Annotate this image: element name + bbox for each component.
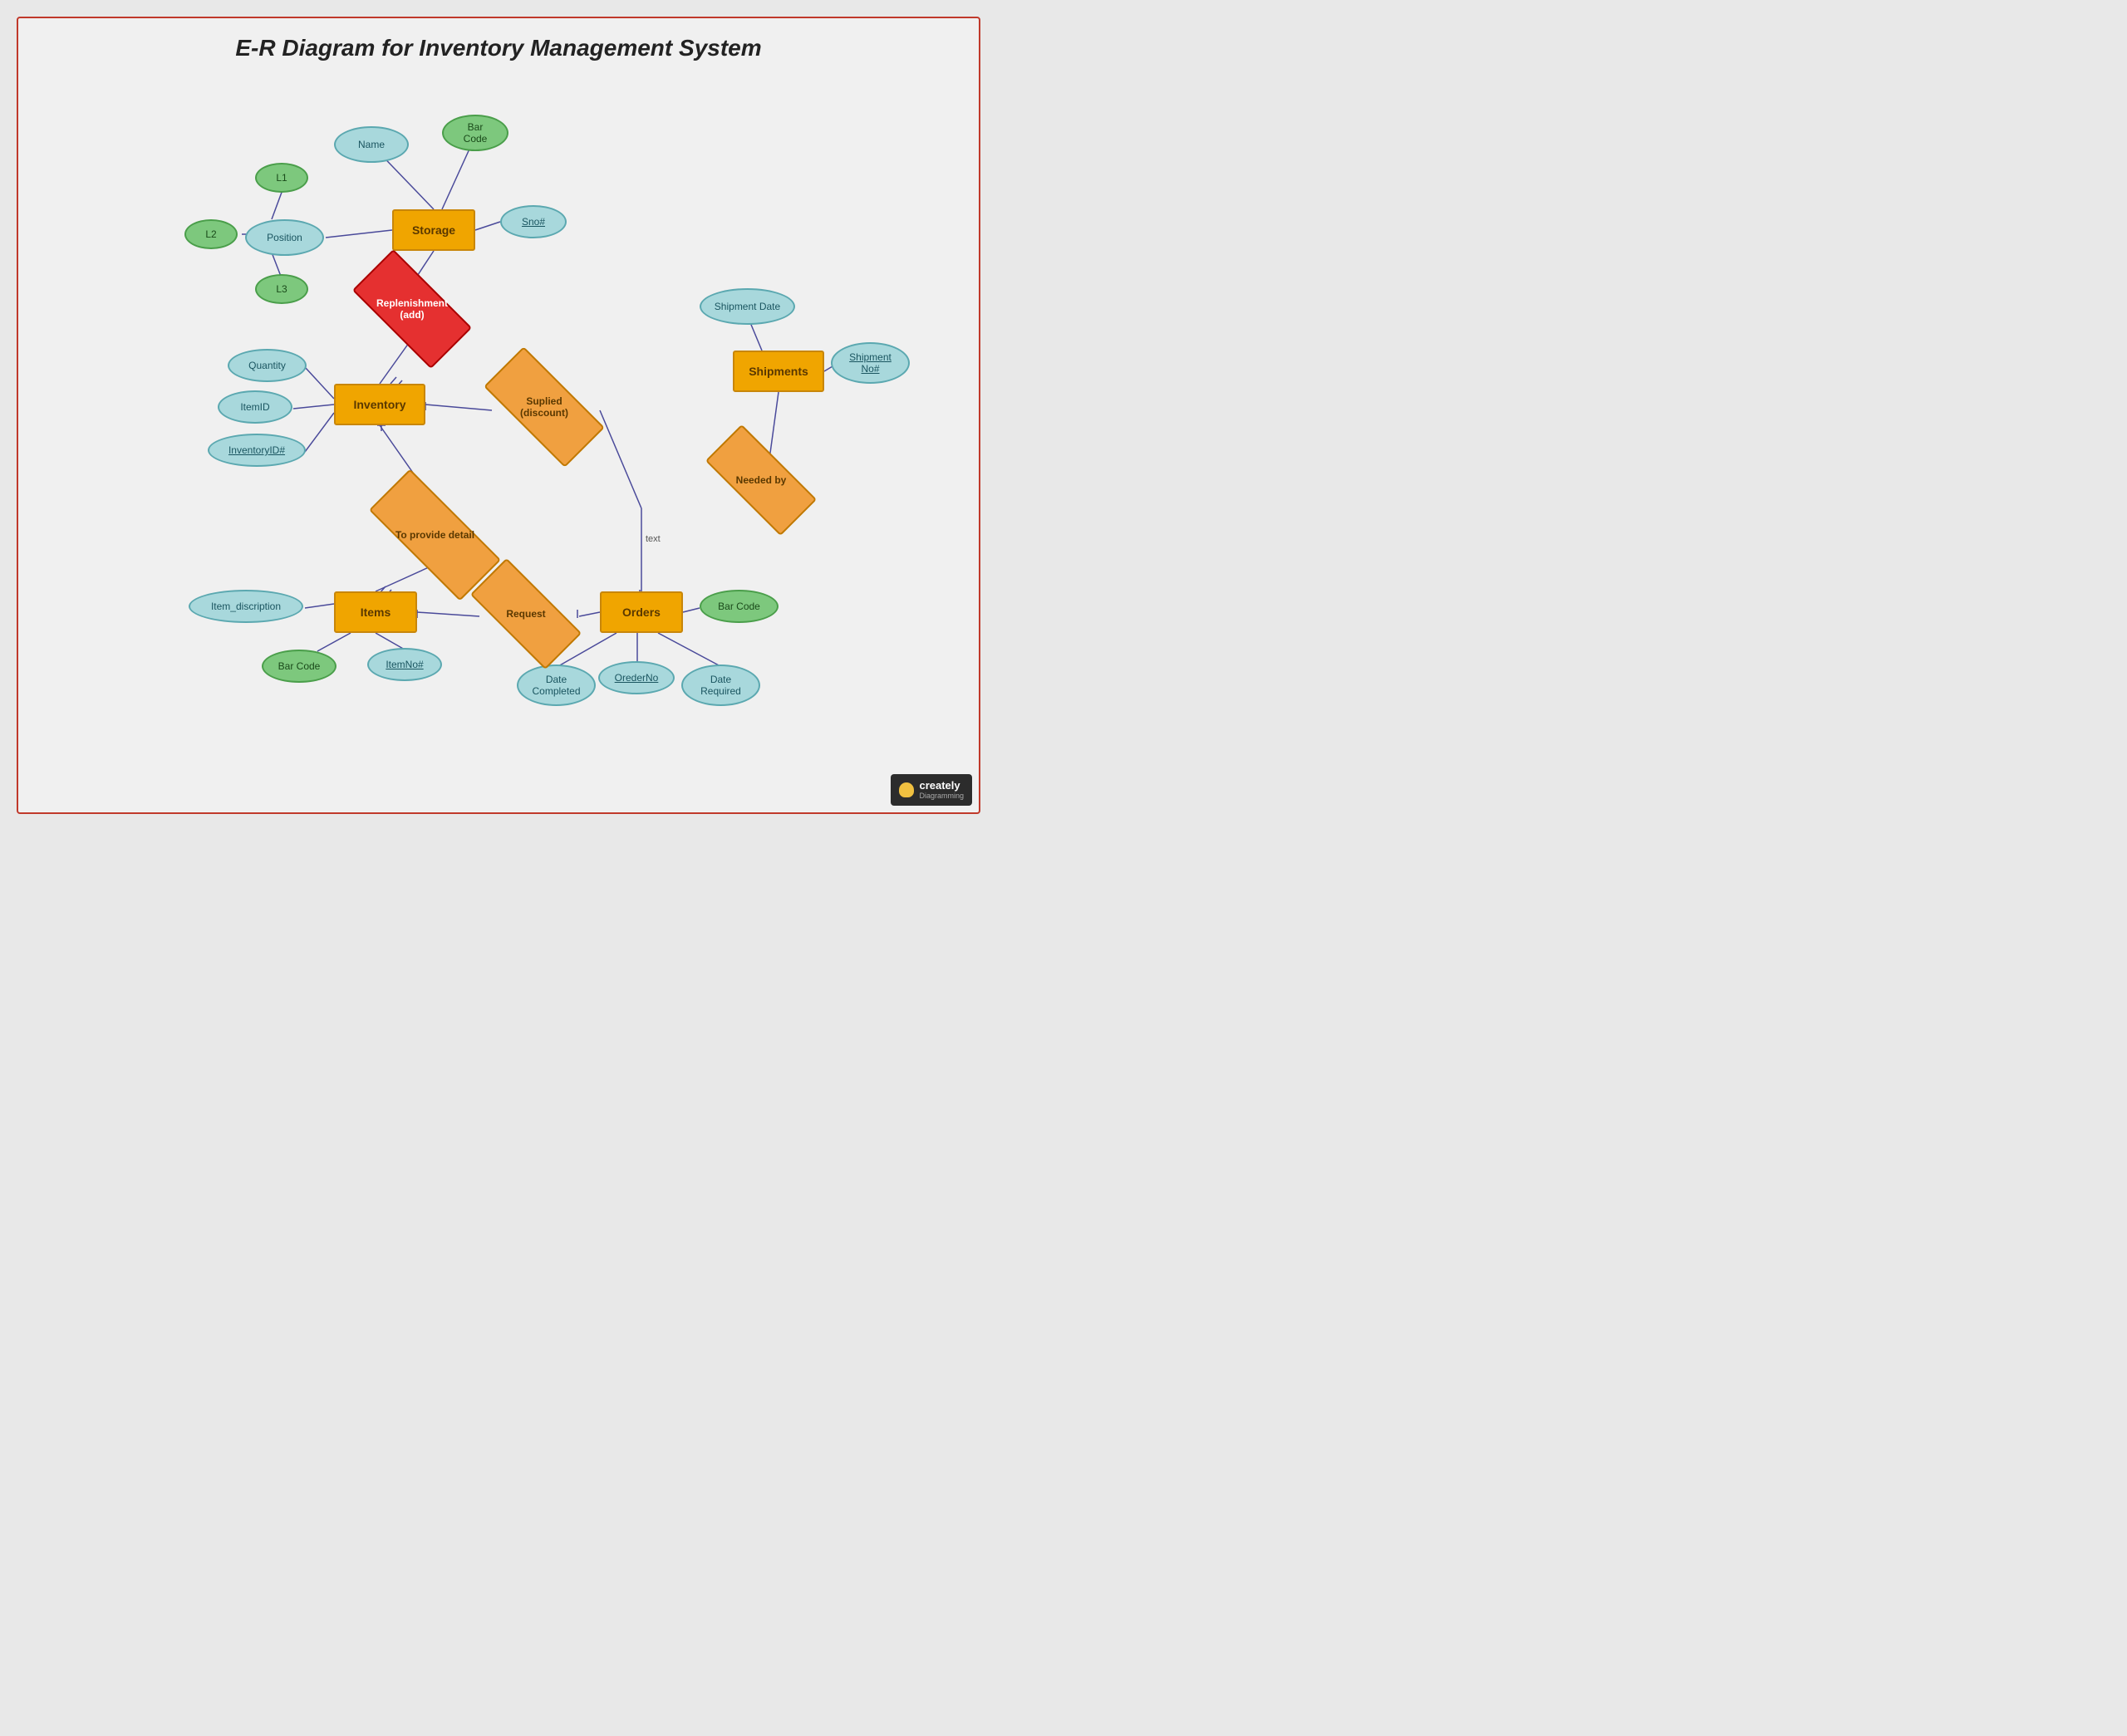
attr-itemno: ItemNo# — [367, 648, 442, 681]
rel-replenishment: Replenishment(add) — [356, 280, 468, 338]
attr-date-required: DateRequired — [681, 664, 760, 706]
attr-shipment-date: Shipment Date — [700, 288, 795, 325]
entity-shipments[interactable]: Shipments — [733, 351, 824, 392]
rel-needed-by: Needed by — [708, 454, 814, 506]
rel-request: Request — [473, 588, 579, 640]
svg-text:text: text — [646, 534, 661, 544]
attr-inventoryid: InventoryID# — [208, 434, 306, 467]
attr-sno: Sno# — [500, 205, 567, 238]
attr-l2: L2 — [184, 219, 238, 249]
watermark: creately Diagramming — [891, 774, 972, 806]
diagram-title: E-R Diagram for Inventory Management Sys… — [18, 18, 979, 70]
rel-to-provide: To provide detail — [371, 506, 499, 564]
attr-orderno: OrederNo — [598, 661, 675, 694]
attr-name: Name — [334, 126, 409, 163]
attr-barcode-storage: BarCode — [442, 115, 508, 151]
attr-position: Position — [245, 219, 324, 256]
watermark-logo — [899, 782, 914, 797]
attr-shipment-no: ShipmentNo# — [831, 342, 910, 384]
rel-supplied: Suplied(discount) — [487, 379, 602, 435]
entity-orders[interactable]: Orders — [600, 591, 683, 633]
attr-itemid: ItemID — [218, 390, 292, 424]
entity-storage[interactable]: Storage — [392, 209, 475, 251]
entity-inventory[interactable]: Inventory — [334, 384, 425, 425]
attr-date-completed: DateCompleted — [517, 664, 596, 706]
attr-item-desc: Item_discription — [189, 590, 303, 623]
attr-barcode-items: Bar Code — [262, 650, 336, 683]
attr-quantity: Quantity — [228, 349, 307, 382]
attr-l3: L3 — [255, 274, 308, 304]
attr-l1: L1 — [255, 163, 308, 193]
diagram-canvas: E-R Diagram for Inventory Management Sys… — [17, 17, 980, 814]
attr-barcode-orders: Bar Code — [700, 590, 779, 623]
entity-items[interactable]: Items — [334, 591, 417, 633]
